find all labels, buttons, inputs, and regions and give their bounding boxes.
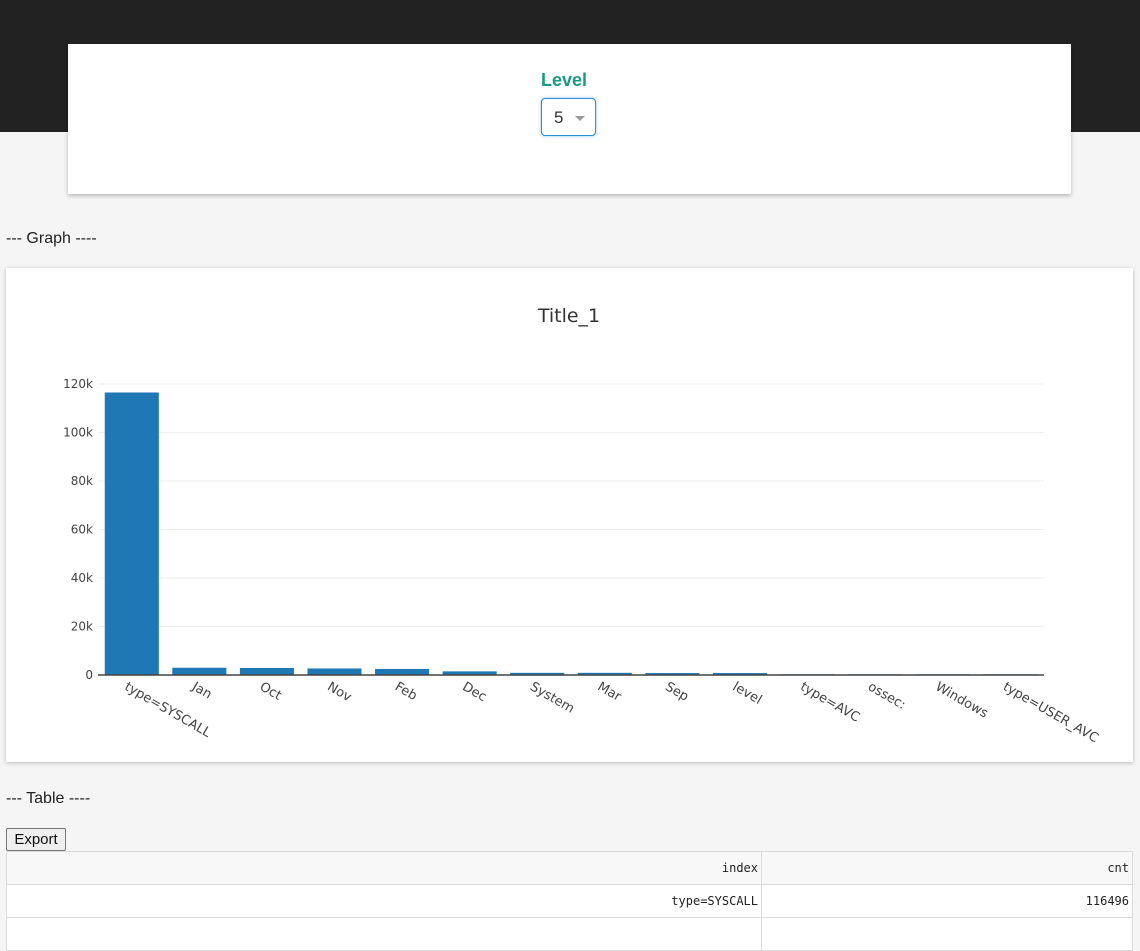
x-tick-label: Feb — [392, 679, 419, 704]
table-cell-index: type=SYSCALL — [6, 884, 762, 918]
bar — [375, 668, 430, 675]
bar-chart: Title_1020k40k60k80k100k120ktype=SYSCALL… — [63, 305, 1101, 746]
x-tick-label: Windows — [933, 679, 991, 721]
table-row: type=SYSCALL 116496 — [6, 884, 1133, 918]
chevron-down-icon — [575, 116, 585, 121]
table-header-row: index cnt — [6, 851, 1133, 885]
x-tick-label: Mar — [595, 679, 624, 705]
data-table: index cnt type=SYSCALL 116496 — [6, 851, 1133, 951]
export-button[interactable]: Export — [6, 828, 66, 851]
column-header-index[interactable]: index — [6, 851, 762, 885]
bar — [172, 667, 227, 675]
y-tick-label: 40k — [71, 571, 93, 585]
level-label: Level — [541, 70, 588, 90]
x-tick-label: Sep — [662, 679, 691, 704]
graph-card: Title_1 0 20k 40k 60k 80k 100k 120k type=SYSCALL… — [6, 268, 1133, 762]
y-tick-label: 60k — [71, 523, 93, 537]
x-tick-label: type=USER_AVC — [1000, 679, 1101, 746]
x-tick-label: Oct — [257, 679, 284, 703]
bar — [239, 667, 294, 675]
table-cell-index — [6, 917, 762, 951]
y-tick-label: 0 — [85, 668, 93, 682]
bar — [104, 392, 159, 675]
y-tick-label: 120k — [63, 377, 93, 391]
x-tick-label: System — [527, 679, 576, 716]
chart-title: Title_1 — [537, 305, 600, 327]
x-tick-label: type=AVC — [798, 679, 863, 725]
x-tick-label: Nov — [325, 679, 355, 705]
level-panel: Level 5 — [68, 44, 1071, 194]
bar — [307, 668, 362, 675]
x-tick-label: Jan — [188, 679, 214, 703]
x-tick-label: level — [730, 679, 764, 707]
y-tick-label: 20k — [71, 620, 93, 634]
y-tick-label: 80k — [71, 474, 93, 488]
level-select-value: 5 — [554, 108, 564, 127]
y-tick-label: 100k — [63, 426, 93, 440]
table-row — [6, 917, 1133, 951]
x-tick-label: ossec: — [865, 679, 908, 713]
x-tick-label: Dec — [460, 679, 489, 705]
graph-section-label: --- Graph ---- — [6, 230, 97, 247]
table-section-label: --- Table ---- — [6, 790, 91, 807]
level-select[interactable]: 5 — [541, 98, 596, 136]
table-cell-cnt: 116496 — [761, 884, 1133, 918]
table-cell-cnt — [761, 917, 1133, 951]
column-header-cnt[interactable]: cnt — [761, 851, 1133, 885]
